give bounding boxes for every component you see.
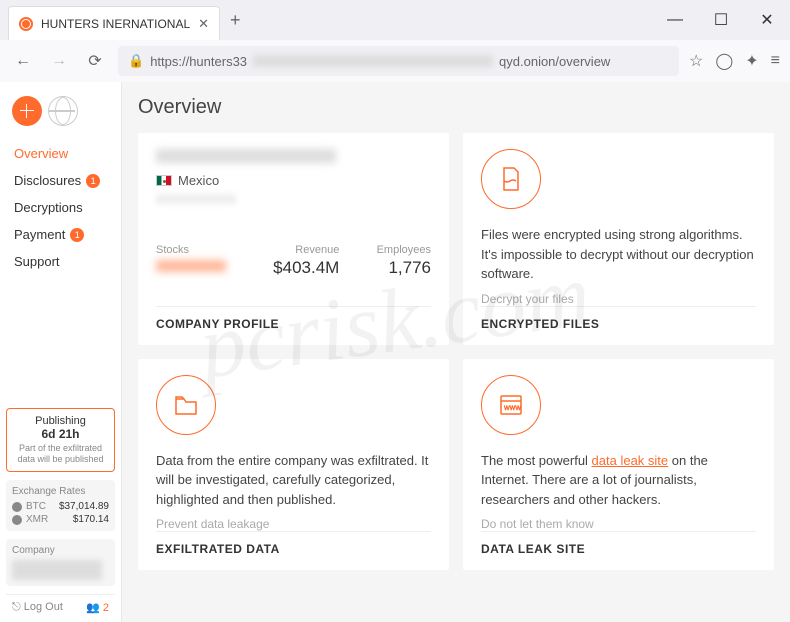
- window-controls: — ☐ ✕: [652, 0, 790, 40]
- publishing-title: Publishing: [11, 415, 110, 427]
- shield-icon[interactable]: ◯: [715, 51, 733, 71]
- subtext-redacted: [156, 194, 236, 204]
- mexico-flag-icon: [156, 175, 172, 186]
- logout-button[interactable]: ⎋ Log Out: [12, 601, 63, 614]
- close-tab-icon[interactable]: ✕: [198, 16, 209, 32]
- browser-chrome: HUNTERS INERNATIONAL ✕ + — ☐ ✕ ← → ⟳ 🔒 h…: [0, 0, 790, 82]
- encrypted-file-icon: [481, 149, 541, 209]
- tab-favicon: [19, 17, 33, 31]
- card-subtext: Do not let them know: [481, 517, 756, 531]
- sidebar-item-support[interactable]: Support: [0, 248, 121, 275]
- maximize-button[interactable]: ☐: [698, 0, 744, 40]
- exchange-rates-box: Exchange Rates BTC$37,014.89 XMR$170.14: [6, 480, 115, 531]
- company-label: Company: [12, 545, 109, 556]
- minimize-button[interactable]: —: [652, 0, 698, 40]
- page-title: Overview: [138, 96, 774, 119]
- close-window-button[interactable]: ✕: [744, 0, 790, 40]
- sparkle-icon[interactable]: ✦: [745, 51, 758, 71]
- company-redacted: [12, 560, 102, 580]
- sidebar-item-disclosures[interactable]: Disclosures 1: [0, 167, 121, 194]
- data-leak-site-card[interactable]: WWW The most powerful data leak site on …: [463, 359, 774, 571]
- reload-button[interactable]: ⟳: [82, 48, 108, 74]
- card-grid: Mexico Stocks Revenue $403.4M Employees …: [138, 133, 774, 570]
- back-button[interactable]: ←: [10, 48, 36, 74]
- stocks-redacted: [156, 260, 226, 272]
- browser-tab[interactable]: HUNTERS INERNATIONAL ✕: [8, 6, 220, 40]
- folder-icon: [156, 375, 216, 435]
- url-suffix: qyd.onion/overview: [499, 54, 610, 69]
- bookmark-icon[interactable]: ☆: [689, 51, 703, 71]
- users-icon: 👥: [86, 601, 100, 614]
- card-footer: EXFILTRATED DATA: [156, 531, 431, 556]
- page-body: Overview Disclosures 1 Decryptions Paymen…: [0, 82, 790, 622]
- stat-employees: Employees 1,776: [339, 244, 431, 278]
- country-name: Mexico: [178, 173, 219, 188]
- nav-label: Disclosures: [14, 173, 81, 188]
- menu-icon[interactable]: ≡: [771, 52, 780, 70]
- publishing-countdown: 6d 21h: [11, 427, 110, 441]
- sidebar: Overview Disclosures 1 Decryptions Paymen…: [0, 82, 122, 622]
- sidebar-footer: ⎋ Log Out 👥2: [6, 594, 115, 622]
- nav-label: Overview: [14, 146, 68, 161]
- data-leak-link[interactable]: data leak site: [592, 453, 669, 468]
- lock-icon: 🔒: [128, 53, 144, 69]
- address-bar: ← → ⟳ 🔒 https://hunters33 qyd.onion/over…: [0, 40, 790, 82]
- exfiltrated-data-card[interactable]: Data from the entire company was exfiltr…: [138, 359, 449, 571]
- card-text: The most powerful data leak site on the …: [481, 451, 756, 510]
- card-text: Files were encrypted using strong algori…: [481, 225, 756, 284]
- badge: 1: [70, 228, 84, 242]
- card-footer: DATA LEAK SITE: [481, 531, 756, 556]
- url-redacted: [253, 55, 493, 67]
- card-subtext: Prevent data leakage: [156, 517, 431, 531]
- titlebar: HUNTERS INERNATIONAL ✕ + — ☐ ✕: [0, 0, 790, 40]
- main-content: Overview Mexico Stocks Revenue $403.4M: [122, 82, 790, 622]
- stats-row: Stocks Revenue $403.4M Employees 1,776: [156, 244, 431, 278]
- sidebar-item-overview[interactable]: Overview: [0, 140, 121, 167]
- nav-label: Support: [14, 254, 60, 269]
- stat-revenue: Revenue $403.4M: [248, 244, 340, 278]
- nav-label: Decryptions: [14, 200, 83, 215]
- card-footer: ENCRYPTED FILES: [481, 306, 756, 331]
- url-prefix: https://hunters33: [150, 54, 247, 69]
- sidebar-item-decryptions[interactable]: Decryptions: [0, 194, 121, 221]
- btc-icon: [12, 502, 22, 512]
- url-input[interactable]: 🔒 https://hunters33 qyd.onion/overview: [118, 46, 679, 76]
- xmr-icon: [12, 515, 22, 525]
- country-row: Mexico: [156, 173, 431, 188]
- forward-button[interactable]: →: [46, 48, 72, 74]
- company-name-redacted: [156, 149, 336, 163]
- rate-row-btc: BTC$37,014.89: [12, 501, 109, 512]
- logo-row: [0, 92, 121, 140]
- svg-text:WWW: WWW: [504, 406, 521, 412]
- users-indicator: 👥2: [86, 601, 109, 614]
- company-profile-card: Mexico Stocks Revenue $403.4M Employees …: [138, 133, 449, 345]
- stat-stocks: Stocks: [156, 244, 248, 278]
- publishing-note: Part of the exfiltrated data will be pub…: [11, 443, 110, 465]
- crosshair-icon: [12, 96, 42, 126]
- globe-icon: [48, 96, 78, 126]
- card-text: Data from the entire company was exfiltr…: [156, 451, 431, 510]
- card-footer: COMPANY PROFILE: [156, 306, 431, 331]
- badge: 1: [86, 174, 100, 188]
- rate-row-xmr: XMR$170.14: [12, 514, 109, 525]
- card-subtext: Decrypt your files: [481, 292, 756, 306]
- new-tab-button[interactable]: +: [230, 10, 241, 31]
- tab-title: HUNTERS INERNATIONAL: [41, 17, 190, 31]
- company-box: Company: [6, 539, 115, 586]
- nav-label: Payment: [14, 227, 65, 242]
- publishing-box: Publishing 6d 21h Part of the exfiltrate…: [6, 408, 115, 472]
- sidebar-item-payment[interactable]: Payment 1: [0, 221, 121, 248]
- rates-title: Exchange Rates: [12, 486, 109, 497]
- www-icon: WWW: [481, 375, 541, 435]
- encrypted-files-card[interactable]: Files were encrypted using strong algori…: [463, 133, 774, 345]
